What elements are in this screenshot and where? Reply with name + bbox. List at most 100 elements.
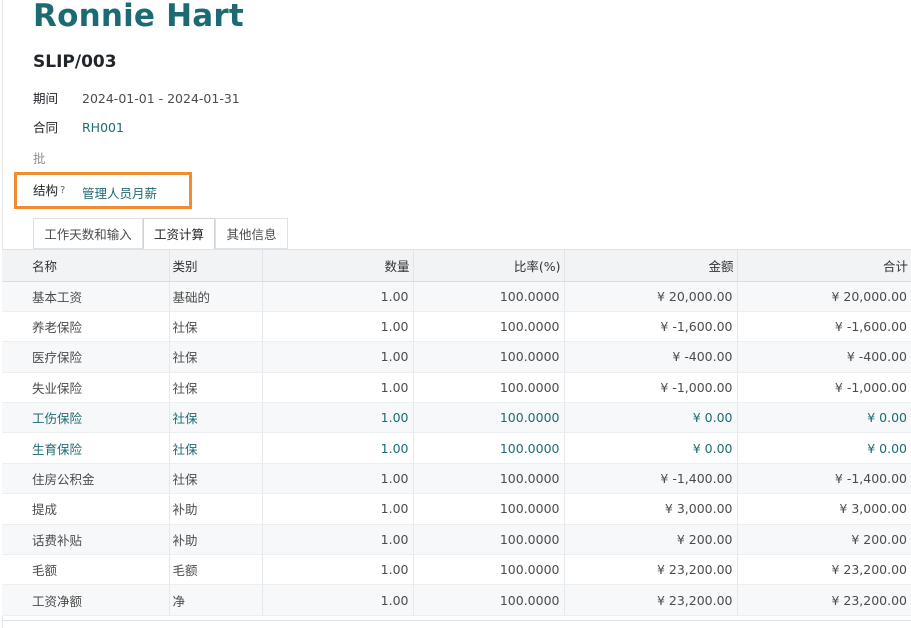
- cell-quantity: 1.00: [261, 341, 413, 373]
- tab-worked-days-inputs[interactable]: 工作天数和输入: [33, 218, 143, 249]
- cell-rate: 100.0000: [412, 402, 564, 434]
- contract-label: 合同: [33, 120, 59, 135]
- table-row[interactable]: 毛额 毛额 1.00 100.0000 ¥ 23,200.00 ¥ 23,200…: [2, 554, 911, 586]
- cell-quantity: 1.00: [261, 432, 413, 464]
- cell-category: 补助: [168, 524, 262, 556]
- structure-highlight-box: [14, 172, 192, 209]
- cell-amount: ¥ -1,000.00: [563, 372, 737, 404]
- cell-rate: 100.0000: [412, 463, 564, 495]
- cell-category: 社保: [168, 463, 262, 495]
- cell-category: 补助: [168, 493, 262, 525]
- batch-label: 批: [33, 151, 46, 166]
- period-label: 期间: [33, 91, 59, 106]
- cell-name: 生育保险: [2, 432, 169, 464]
- cell-rate: 100.0000: [412, 584, 564, 616]
- cell-quantity: 1.00: [261, 554, 413, 586]
- cell-quantity: 1.00: [261, 493, 413, 525]
- column-header-quantity[interactable]: 数量: [261, 250, 413, 282]
- cell-name: 住房公积金: [2, 463, 169, 495]
- table-row[interactable]: 提成 补助 1.00 100.0000 ¥ 3,000.00 ¥ 3,000.0…: [2, 493, 911, 525]
- cell-rate: 100.0000: [412, 311, 564, 343]
- cell-quantity: 1.00: [261, 584, 413, 616]
- cell-total: ¥ -1,600.00: [736, 311, 911, 343]
- cell-amount: ¥ 20,000.00: [563, 281, 737, 312]
- table-row[interactable]: 失业保险 社保 1.00 100.0000 ¥ -1,000.00 ¥ -1,0…: [2, 372, 911, 404]
- table-row[interactable]: 工伤保险 社保 1.00 100.0000 ¥ 0.00 ¥ 0.00: [2, 402, 911, 434]
- cell-total: ¥ 23,200.00: [736, 584, 911, 616]
- cell-category: 社保: [168, 311, 262, 343]
- tab-other-info[interactable]: 其他信息: [215, 218, 288, 249]
- table-row[interactable]: 基本工资 基础的 1.00 100.0000 ¥ 20,000.00 ¥ 20,…: [2, 281, 911, 312]
- cell-total: ¥ 0.00: [736, 402, 911, 434]
- column-header-amount[interactable]: 金额: [563, 250, 737, 282]
- cell-rate: 100.0000: [412, 524, 564, 556]
- slip-reference: SLIP/003: [33, 52, 117, 72]
- cell-rate: 100.0000: [412, 341, 564, 373]
- batch-field: 批: [33, 149, 333, 169]
- cell-total: ¥ -1,400.00: [736, 463, 911, 495]
- salary-lines-table: 名称 类别 数量 比率(%) 金额 合计 基本工资 基础的 1.00 100.0…: [2, 250, 911, 616]
- table-header-row: 名称 类别 数量 比率(%) 金额 合计: [2, 250, 911, 282]
- table-row[interactable]: 养老保险 社保 1.00 100.0000 ¥ -1,600.00 ¥ -1,6…: [2, 311, 911, 343]
- table-row[interactable]: 住房公积金 社保 1.00 100.0000 ¥ -1,400.00 ¥ -1,…: [2, 463, 911, 495]
- cell-amount: ¥ -1,400.00: [563, 463, 737, 495]
- period-value[interactable]: 2024-01-01 - 2024-01-31: [82, 89, 240, 109]
- cell-amount: ¥ 0.00: [563, 432, 737, 464]
- table-row[interactable]: 生育保险 社保 1.00 100.0000 ¥ 0.00 ¥ 0.00: [2, 432, 911, 464]
- cell-name: 毛额: [2, 554, 169, 586]
- cell-rate: 100.0000: [412, 372, 564, 404]
- cell-amount: ¥ 200.00: [563, 524, 737, 556]
- cell-amount: ¥ 3,000.00: [563, 493, 737, 525]
- column-header-name[interactable]: 名称: [2, 250, 169, 282]
- cell-name: 医疗保险: [2, 341, 169, 373]
- table-row[interactable]: 话费补贴 补助 1.00 100.0000 ¥ 200.00 ¥ 200.00: [2, 524, 911, 556]
- cell-name: 养老保险: [2, 311, 169, 343]
- tab-salary-computation[interactable]: 工资计算: [143, 218, 215, 250]
- cell-category: 社保: [168, 402, 262, 434]
- cell-quantity: 1.00: [261, 311, 413, 343]
- cell-category: 社保: [168, 341, 262, 373]
- table-row[interactable]: 工资净额 净 1.00 100.0000 ¥ 23,200.00 ¥ 23,20…: [2, 584, 911, 616]
- cell-name: 工资净额: [2, 584, 169, 616]
- cell-total: ¥ 0.00: [736, 432, 911, 464]
- cell-rate: 100.0000: [412, 432, 564, 464]
- cell-rate: 100.0000: [412, 281, 564, 312]
- table-row[interactable]: 医疗保险 社保 1.00 100.0000 ¥ -400.00 ¥ -400.0…: [2, 341, 911, 373]
- cell-amount: ¥ 0.00: [563, 402, 737, 434]
- contract-field: 合同 RH001: [33, 118, 333, 138]
- cell-category: 净: [168, 584, 262, 616]
- cell-quantity: 1.00: [261, 372, 413, 404]
- cell-quantity: 1.00: [261, 402, 413, 434]
- cell-amount: ¥ -1,600.00: [563, 311, 737, 343]
- cell-name: 失业保险: [2, 372, 169, 404]
- cell-category: 毛额: [168, 554, 262, 586]
- column-header-rate[interactable]: 比率(%): [412, 250, 564, 282]
- column-header-category[interactable]: 类别: [168, 250, 262, 282]
- cell-quantity: 1.00: [261, 463, 413, 495]
- cell-total: ¥ 20,000.00: [736, 281, 911, 312]
- table-bottom-border: [2, 620, 911, 621]
- cell-total: ¥ -400.00: [736, 341, 911, 373]
- cell-amount: ¥ 23,200.00: [563, 554, 737, 586]
- column-header-total[interactable]: 合计: [736, 250, 911, 282]
- cell-category: 社保: [168, 372, 262, 404]
- contract-link[interactable]: RH001: [82, 118, 124, 138]
- cell-name: 工伤保险: [2, 402, 169, 434]
- period-field: 期间 2024-01-01 - 2024-01-31: [33, 89, 333, 109]
- cell-name: 提成: [2, 493, 169, 525]
- cell-rate: 100.0000: [412, 554, 564, 586]
- cell-total: ¥ 200.00: [736, 524, 911, 556]
- cell-total: ¥ 23,200.00: [736, 554, 911, 586]
- cell-amount: ¥ -400.00: [563, 341, 737, 373]
- cell-total: ¥ -1,000.00: [736, 372, 911, 404]
- cell-name: 话费补贴: [2, 524, 169, 556]
- cell-category: 社保: [168, 432, 262, 464]
- employee-name-title: Ronnie Hart: [33, 0, 244, 34]
- cell-category: 基础的: [168, 281, 262, 312]
- cell-quantity: 1.00: [261, 281, 413, 312]
- cell-rate: 100.0000: [412, 493, 564, 525]
- cell-name: 基本工资: [2, 281, 169, 312]
- cell-amount: ¥ 23,200.00: [563, 584, 737, 616]
- cell-quantity: 1.00: [261, 524, 413, 556]
- cell-total: ¥ 3,000.00: [736, 493, 911, 525]
